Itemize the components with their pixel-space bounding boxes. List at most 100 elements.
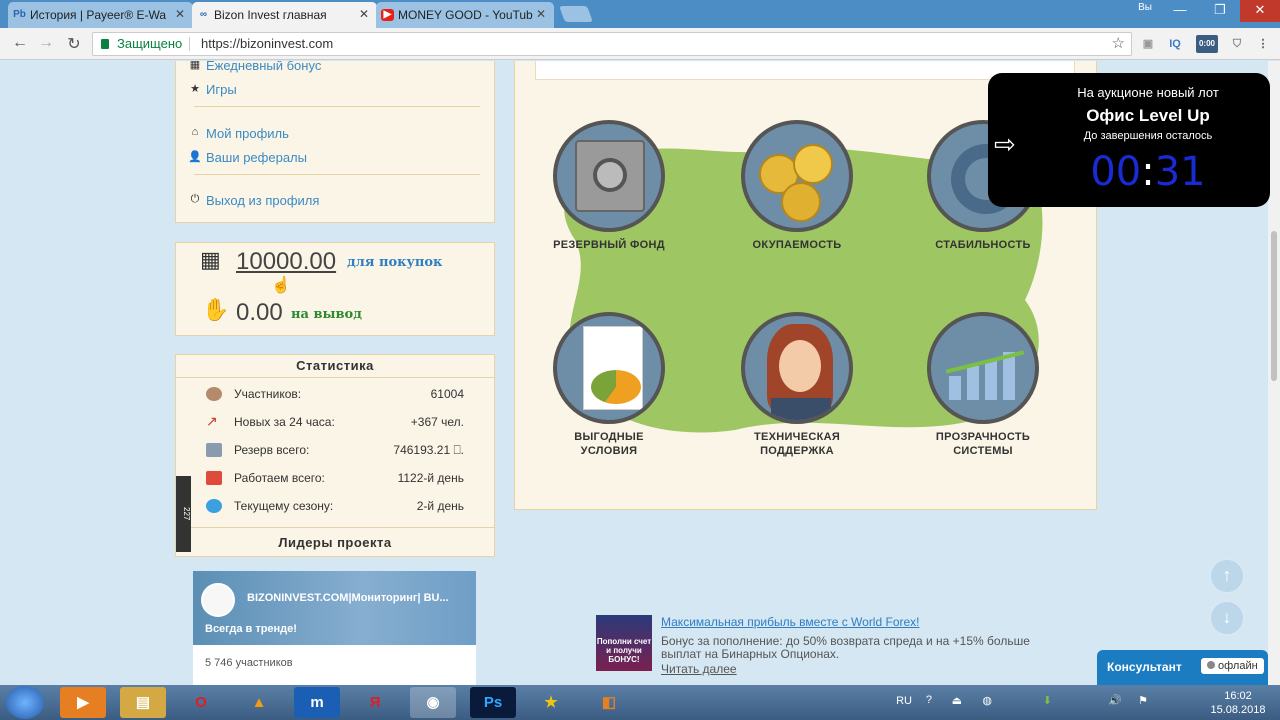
forex-ad-image[interactable]: Пополни счет и получи БОНУС!	[596, 615, 652, 671]
browser-tab-strip: Pb История | Payeer® E-Wa ✕ ∞ Bizon Inve…	[0, 0, 1280, 28]
yandex-browser-icon[interactable]: Я	[352, 687, 398, 718]
url-text: https://bizoninvest.com	[201, 36, 334, 51]
widget-members: 5 746 участников	[205, 657, 293, 669]
scrollbar-thumb[interactable]	[1271, 231, 1277, 381]
calendar-icon	[206, 471, 222, 485]
reload-icon[interactable]: ↻	[64, 34, 84, 54]
feature-label: ВЫГОДНЫЕ УСЛОВИЯ	[574, 431, 644, 457]
shield-extension-icon[interactable]: ⛉	[1228, 35, 1246, 53]
tab-bizon-invest[interactable]: ∞ Bizon Invest главная ✕	[192, 2, 377, 28]
divider	[189, 37, 190, 51]
social-group-widget[interactable]: BIZONINVEST.COM|Мониторинг| BU... Всегда…	[193, 571, 476, 685]
new-tab-button[interactable]	[559, 6, 593, 22]
photoshop-icon[interactable]: Ps	[470, 687, 516, 718]
widget-subtitle: Всегда в тренде!	[205, 623, 297, 635]
close-window-icon[interactable]: ✕	[1240, 0, 1280, 22]
menu-dots-icon[interactable]: ⋮	[1254, 35, 1272, 53]
system-clock[interactable]: 16:02 15.08.2018	[1208, 689, 1268, 717]
iq-extension-icon[interactable]: IQ	[1166, 35, 1184, 53]
auction-lot-name: Офис Level Up	[1086, 106, 1210, 125]
stat-value: 61004	[430, 387, 464, 401]
extension-icon[interactable]: ▣	[1139, 35, 1157, 53]
stat-value: 1122-й день	[397, 471, 464, 485]
menu-label: Ваши рефералы	[206, 150, 307, 165]
maximize-icon[interactable]: ❐	[1200, 0, 1240, 22]
clock-time: 16:02	[1224, 690, 1252, 702]
window-user-badge[interactable]: Вы	[1138, 2, 1152, 13]
auction-popup[interactable]: ⇨ На аукционе новый лот Офис Level Up До…	[988, 73, 1270, 207]
consultant-chat-button[interactable]: Консультант офлайн	[1097, 650, 1268, 685]
forward-arrow-icon[interactable]: →	[36, 34, 56, 52]
media-player-icon[interactable]: ▶	[60, 687, 106, 718]
menu-item-referrals[interactable]: 👤 Ваши рефералы	[188, 150, 307, 165]
home-icon: ⌂	[191, 126, 199, 138]
office-app-icon[interactable]: ◧	[586, 687, 632, 718]
menu-label: Выход из профиля	[206, 193, 320, 208]
network-icon[interactable]: ◍	[982, 694, 992, 707]
leaders-header[interactable]: Лидеры проекта	[176, 527, 494, 557]
opera-icon[interactable]: O	[178, 687, 224, 718]
lock-icon	[101, 39, 109, 49]
meeting-app-icon[interactable]: m	[294, 687, 340, 718]
feature-transparency: ПРОЗРАЧНОСТЬ СИСТЕМЫ	[903, 312, 1063, 458]
menu-item-profile[interactable]: ⌂ Мой профиль	[192, 126, 289, 141]
feature-label: ТЕХНИЧЕСКАЯ ПОДДЕРЖКА	[753, 431, 841, 457]
divider	[194, 174, 480, 175]
url-input[interactable]: Защищено https://bizoninvest.com ☆	[92, 32, 1132, 56]
menu-item-logout[interactable]: ⏻ Выход из профиля	[191, 193, 320, 208]
forex-ad-title[interactable]: Максимальная прибыль вместе с World Fore…	[661, 615, 920, 629]
feature-tech-support: ТЕХНИЧЕСКАЯ ПОДДЕРЖКА	[717, 312, 877, 458]
download-icon[interactable]: ⬇	[1043, 694, 1052, 707]
chrome-icon[interactable]: ◉	[410, 687, 456, 718]
forex-ad-text: Бонус за пополнение: до 50% возврата спр…	[661, 634, 1030, 661]
stat-value: 2-й день	[416, 499, 464, 513]
avatar	[201, 583, 235, 617]
arrow-right-icon[interactable]: ⇨	[994, 129, 1016, 160]
movie-maker-icon[interactable]: ★	[528, 687, 574, 718]
purchase-balance[interactable]: 10000.00	[236, 248, 336, 276]
stat-label: Работаем всего:	[234, 471, 325, 485]
tab-payeer[interactable]: Pb История | Payeer® E-Wa ✕	[8, 2, 193, 28]
auction-timer: 00:31	[1090, 149, 1206, 195]
back-arrow-icon[interactable]: ←	[10, 34, 30, 52]
scroll-up-icon[interactable]: ↑	[1209, 558, 1245, 594]
minimize-icon[interactable]: —	[1160, 0, 1200, 22]
tab-title: История | Payeer® E-Wa	[30, 8, 167, 22]
menu-item-games[interactable]: ★ Игры	[190, 82, 237, 97]
forex-read-more-link[interactable]: Читать далее	[661, 662, 737, 676]
feature-profitable-terms: ВЫГОДНЫЕ УСЛОВИЯ	[529, 312, 689, 458]
bookmark-star-icon[interactable]: ☆	[1112, 33, 1125, 55]
stat-value: 746193.21 ⎕.	[393, 443, 464, 457]
start-button-icon[interactable]	[6, 686, 44, 719]
secure-label: Защищено	[117, 36, 183, 51]
safe-icon	[553, 120, 665, 232]
calculator-icon: ▦	[200, 247, 221, 272]
menu-label: Мой профиль	[206, 126, 289, 141]
payeer-favicon-icon: Pb	[13, 9, 26, 20]
file-explorer-icon[interactable]: ▤	[120, 687, 166, 718]
flag-icon[interactable]: ⚑	[1138, 694, 1148, 707]
menu-item-daily-bonus[interactable]: ▦ Ежедневный бонус	[190, 61, 322, 73]
volume-icon[interactable]: 🔊	[1108, 694, 1122, 707]
feature-label: ПРОЗРАЧНОСТЬ СИСТЕМЫ	[935, 431, 1031, 457]
timer-extension-icon[interactable]: 0:00	[1196, 35, 1218, 53]
close-icon[interactable]: ✕	[175, 7, 185, 21]
usb-icon[interactable]: ⏏	[952, 694, 962, 707]
close-icon[interactable]: ✕	[536, 7, 546, 21]
scroll-down-icon[interactable]: ↓	[1209, 600, 1245, 636]
widget-title[interactable]: BIZONINVEST.COM|Мониторинг| BU...	[247, 592, 449, 604]
coins-icon	[741, 120, 853, 232]
statistics-panel: Статистика Участников: 61004 ↗ Новых за …	[175, 354, 495, 557]
grid-icon: ▦	[189, 61, 201, 71]
windows-taskbar: ▶ ▤ O ▲ m Я ◉ Ps ★ ◧ RU ? ⏏ ◍ ⬇ 🔊 ⚑ 16:0…	[0, 685, 1280, 720]
vlc-icon[interactable]: ▲	[236, 687, 282, 718]
status-dot-icon	[1207, 661, 1215, 669]
stat-row-days-working: Работаем всего: 1122-й день	[206, 469, 476, 489]
clock-date: 15.08.2018	[1210, 704, 1266, 716]
tab-youtube[interactable]: ▶ MONEY GOOD - YouTub ✕	[376, 2, 554, 28]
close-icon[interactable]: ✕	[359, 7, 369, 21]
status-text: офлайн	[1218, 660, 1258, 672]
language-indicator[interactable]: RU	[896, 695, 912, 707]
stat-label: Новых за 24 часа:	[234, 415, 335, 429]
help-icon[interactable]: ?	[926, 694, 932, 706]
